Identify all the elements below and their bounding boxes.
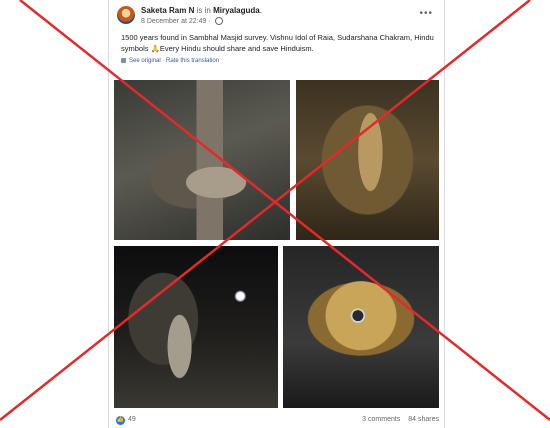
- author-name[interactable]: Saketa Ram N: [141, 6, 194, 15]
- like-icon: 👍: [116, 416, 125, 425]
- photo-shivling[interactable]: [114, 80, 290, 240]
- location-link[interactable]: Miryalaguda: [213, 6, 260, 15]
- engagement-counts: 3 comments 84 shares: [356, 416, 439, 423]
- globe-icon: [214, 17, 223, 25]
- post-timestamp[interactable]: 8 December at 22:49 ·: [141, 18, 211, 25]
- avatar[interactable]: [117, 6, 135, 24]
- see-original-link[interactable]: See original · Rate this translation: [129, 58, 219, 64]
- facebook-post: Saketa Ram N is in Miryalaguda. 8 Decemb…: [108, 0, 445, 428]
- post-text: 1500 years found in Sambhal Masjid surve…: [121, 33, 434, 53]
- photo-stone-idol-night[interactable]: [114, 246, 278, 408]
- translation-links[interactable]: See original · Rate this translation: [121, 58, 219, 64]
- translate-icon: [121, 58, 126, 63]
- location-suffix: .: [259, 6, 262, 15]
- like-count[interactable]: 49: [128, 416, 136, 423]
- shares-count[interactable]: 84 shares: [408, 416, 439, 423]
- is-in-text: is in: [196, 6, 211, 15]
- photo-vishnu-idol[interactable]: [296, 80, 439, 240]
- timestamp-line: 8 December at 22:49 ·: [141, 17, 223, 25]
- more-options-icon[interactable]: •••: [419, 8, 433, 19]
- photo-sudarshana-chakram[interactable]: [283, 246, 439, 408]
- post-footer: 👍 49 3 comments 84 shares: [114, 414, 439, 428]
- author-line: Saketa Ram N is in Miryalaguda.: [141, 6, 262, 15]
- comments-count[interactable]: 3 comments: [362, 416, 400, 423]
